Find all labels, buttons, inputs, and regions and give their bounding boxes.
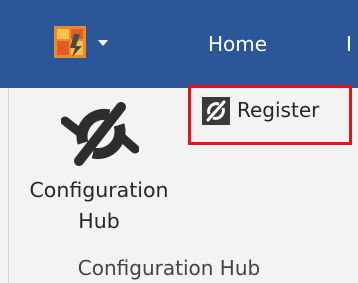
configuration-hub-label-line1: Configuration [29,178,169,202]
tab-next[interactable]: I [346,30,358,58]
app-menu-button[interactable] [54,26,124,60]
configuration-hub-button-label: Configuration Hub [14,175,184,237]
chevron-down-icon [98,40,108,46]
configuration-hub-label-line2: Hub [78,209,120,233]
register-button-label: Register [237,98,320,122]
title-bar: Home I [0,0,358,88]
register-button[interactable]: Register [188,85,352,145]
tab-home[interactable]: Home [208,30,267,58]
configuration-hub-button[interactable]: Configuration Hub [14,88,184,248]
register-icon [202,97,230,125]
configuration-hub-icon [61,102,139,166]
ribbon-group-label: Configuration Hub [77,256,261,280]
ribbon-divider [8,88,9,283]
app-logo-icon [54,26,86,58]
